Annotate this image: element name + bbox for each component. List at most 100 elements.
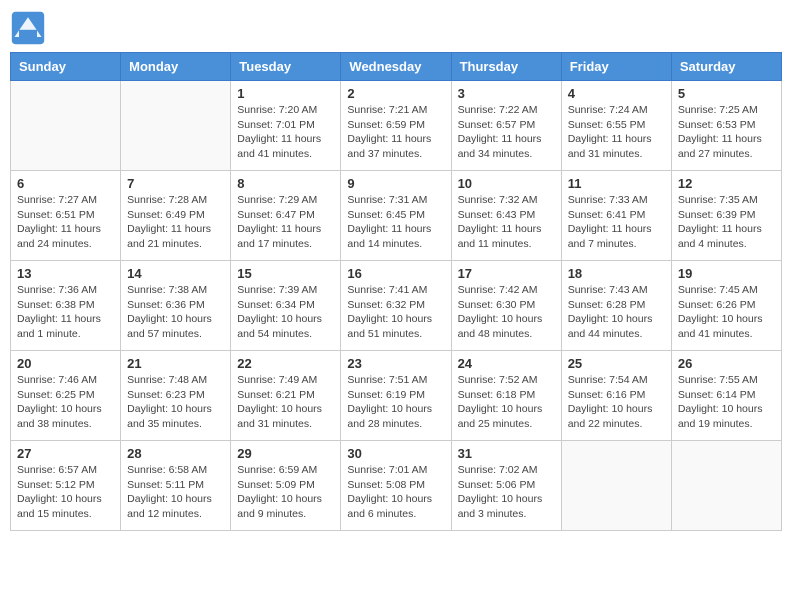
calendar-cell: 17Sunrise: 7:42 AM Sunset: 6:30 PM Dayli… (451, 261, 561, 351)
calendar-cell: 1 Sunrise: 7:20 AM Sunset: 7:01 PM Daylig… (231, 81, 341, 171)
day-header-monday: Monday (121, 53, 231, 81)
day-number: 8 (237, 176, 334, 191)
day-info: Sunrise: 6:59 AM Sunset: 5:09 PM Dayligh… (237, 463, 334, 522)
day-number: 28 (127, 446, 224, 461)
calendar-cell: 6 Sunrise: 7:27 AM Sunset: 6:51 PM Daylig… (11, 171, 121, 261)
day-info: Sunrise: 6:58 AM Sunset: 5:11 PM Dayligh… (127, 463, 224, 522)
calendar-cell: 19 Sunrise: 7:45 AM Sunset: 6:26 PM Dayli… (671, 261, 781, 351)
day-info: Sunrise: 7:54 AM Sunset: 6:16 PM Dayligh… (568, 373, 665, 432)
day-number: 29 (237, 446, 334, 461)
calendar-cell: 20 Sunrise: 7:46 AM Sunset: 6:25 PM Dayli… (11, 351, 121, 441)
day-info: Sunrise: 7:49 AM Sunset: 6:21 PM Dayligh… (237, 373, 334, 432)
day-number: 13 (17, 266, 114, 281)
day-info: Sunrise: 7:01 AM Sunset: 5:08 PM Dayligh… (347, 463, 444, 522)
calendar-cell (121, 81, 231, 171)
day-info: Sunrise: 7:43 AM Sunset: 6:28 PM Dayligh… (568, 283, 665, 342)
day-number: 5 (678, 86, 775, 101)
calendar-cell: 9 Sunrise: 7:31 AM Sunset: 6:45 PM Daylig… (341, 171, 451, 261)
calendar-cell: 10 Sunrise: 7:32 AM Sunset: 6:43 PM Dayli… (451, 171, 561, 261)
calendar-cell (561, 441, 671, 531)
day-info: Sunrise: 7:38 AM Sunset: 6:36 PM Dayligh… (127, 283, 224, 342)
calendar-cell: 16 Sunrise: 7:41 AM Sunset: 6:32 PM Dayli… (341, 261, 451, 351)
calendar-cell: 4 Sunrise: 7:24 AM Sunset: 6:55 PM Daylig… (561, 81, 671, 171)
day-number: 9 (347, 176, 444, 191)
day-number: 27 (17, 446, 114, 461)
day-number: 1 (237, 86, 334, 101)
calendar-cell: 28 Sunrise: 6:58 AM Sunset: 5:11 PM Dayli… (121, 441, 231, 531)
logo-icon (10, 10, 46, 46)
day-number: 25 (568, 356, 665, 371)
calendar-cell: 25 Sunrise: 7:54 AM Sunset: 6:16 PM Dayli… (561, 351, 671, 441)
day-info: Sunrise: 7:20 AM Sunset: 7:01 PM Dayligh… (237, 103, 334, 162)
day-info: Sunrise: 7:45 AM Sunset: 6:26 PM Dayligh… (678, 283, 775, 342)
page-header (10, 10, 782, 46)
day-number: 3 (458, 86, 555, 101)
day-info: Sunrise: 7:36 AM Sunset: 6:38 PM Dayligh… (17, 283, 114, 342)
calendar-cell: 30 Sunrise: 7:01 AM Sunset: 5:08 PM Dayli… (341, 441, 451, 531)
day-info: Sunrise: 7:48 AM Sunset: 6:23 PM Dayligh… (127, 373, 224, 432)
day-header-tuesday: Tuesday (231, 53, 341, 81)
day-info: Sunrise: 7:41 AM Sunset: 6:32 PM Dayligh… (347, 283, 444, 342)
day-info: Sunrise: 6:57 AM Sunset: 5:12 PM Dayligh… (17, 463, 114, 522)
day-info: Sunrise: 7:52 AM Sunset: 6:18 PM Dayligh… (458, 373, 555, 432)
day-info: Sunrise: 7:35 AM Sunset: 6:39 PM Dayligh… (678, 193, 775, 252)
calendar-cell (11, 81, 121, 171)
day-number: 10 (458, 176, 555, 191)
day-number: 21 (127, 356, 224, 371)
calendar-week-row: 13 Sunrise: 7:36 AM Sunset: 6:38 PM Dayli… (11, 261, 782, 351)
calendar-cell: 22Sunrise: 7:49 AM Sunset: 6:21 PM Dayli… (231, 351, 341, 441)
calendar-cell (671, 441, 781, 531)
day-info: Sunrise: 7:29 AM Sunset: 6:47 PM Dayligh… (237, 193, 334, 252)
calendar-cell: 3 Sunrise: 7:22 AM Sunset: 6:57 PM Daylig… (451, 81, 561, 171)
day-header-saturday: Saturday (671, 53, 781, 81)
day-number: 4 (568, 86, 665, 101)
calendar-cell: 7Sunrise: 7:28 AM Sunset: 6:49 PM Daylig… (121, 171, 231, 261)
day-number: 14 (127, 266, 224, 281)
calendar-cell: 2Sunrise: 7:21 AM Sunset: 6:59 PM Daylig… (341, 81, 451, 171)
calendar-week-row: 1 Sunrise: 7:20 AM Sunset: 7:01 PM Daylig… (11, 81, 782, 171)
day-number: 20 (17, 356, 114, 371)
logo (10, 10, 50, 46)
calendar-week-row: 6 Sunrise: 7:27 AM Sunset: 6:51 PM Daylig… (11, 171, 782, 261)
day-number: 6 (17, 176, 114, 191)
day-header-friday: Friday (561, 53, 671, 81)
day-info: Sunrise: 7:22 AM Sunset: 6:57 PM Dayligh… (458, 103, 555, 162)
calendar-cell: 5 Sunrise: 7:25 AM Sunset: 6:53 PM Daylig… (671, 81, 781, 171)
day-header-wednesday: Wednesday (341, 53, 451, 81)
calendar-cell: 21 Sunrise: 7:48 AM Sunset: 6:23 PM Dayli… (121, 351, 231, 441)
day-number: 31 (458, 446, 555, 461)
calendar-cell: 13 Sunrise: 7:36 AM Sunset: 6:38 PM Dayli… (11, 261, 121, 351)
day-info: Sunrise: 7:24 AM Sunset: 6:55 PM Dayligh… (568, 103, 665, 162)
day-info: Sunrise: 7:46 AM Sunset: 6:25 PM Dayligh… (17, 373, 114, 432)
day-info: Sunrise: 7:02 AM Sunset: 5:06 PM Dayligh… (458, 463, 555, 522)
day-number: 18 (568, 266, 665, 281)
calendar-cell: 24 Sunrise: 7:52 AM Sunset: 6:18 PM Dayli… (451, 351, 561, 441)
day-number: 19 (678, 266, 775, 281)
calendar-cell: 26 Sunrise: 7:55 AM Sunset: 6:14 PM Dayli… (671, 351, 781, 441)
day-number: 24 (458, 356, 555, 371)
day-info: Sunrise: 7:25 AM Sunset: 6:53 PM Dayligh… (678, 103, 775, 162)
day-info: Sunrise: 7:55 AM Sunset: 6:14 PM Dayligh… (678, 373, 775, 432)
day-number: 16 (347, 266, 444, 281)
day-info: Sunrise: 7:42 AM Sunset: 6:30 PM Dayligh… (458, 283, 555, 342)
day-info: Sunrise: 7:32 AM Sunset: 6:43 PM Dayligh… (458, 193, 555, 252)
day-number: 23 (347, 356, 444, 371)
calendar-cell: 18 Sunrise: 7:43 AM Sunset: 6:28 PM Dayli… (561, 261, 671, 351)
day-number: 15 (237, 266, 334, 281)
calendar-cell: 14 Sunrise: 7:38 AM Sunset: 6:36 PM Dayli… (121, 261, 231, 351)
day-number: 30 (347, 446, 444, 461)
day-number: 26 (678, 356, 775, 371)
calendar-cell: 15Sunrise: 7:39 AM Sunset: 6:34 PM Dayli… (231, 261, 341, 351)
day-header-thursday: Thursday (451, 53, 561, 81)
calendar-cell: 23 Sunrise: 7:51 AM Sunset: 6:19 PM Dayli… (341, 351, 451, 441)
calendar-header-row: SundayMondayTuesdayWednesdayThursdayFrid… (11, 53, 782, 81)
day-info: Sunrise: 7:27 AM Sunset: 6:51 PM Dayligh… (17, 193, 114, 252)
day-number: 11 (568, 176, 665, 191)
day-info: Sunrise: 7:51 AM Sunset: 6:19 PM Dayligh… (347, 373, 444, 432)
calendar-table: SundayMondayTuesdayWednesdayThursdayFrid… (10, 52, 782, 531)
day-info: Sunrise: 7:31 AM Sunset: 6:45 PM Dayligh… (347, 193, 444, 252)
calendar-cell: 12Sunrise: 7:35 AM Sunset: 6:39 PM Dayli… (671, 171, 781, 261)
calendar-cell: 31 Sunrise: 7:02 AM Sunset: 5:06 PM Dayli… (451, 441, 561, 531)
day-header-sunday: Sunday (11, 53, 121, 81)
day-info: Sunrise: 7:21 AM Sunset: 6:59 PM Dayligh… (347, 103, 444, 162)
